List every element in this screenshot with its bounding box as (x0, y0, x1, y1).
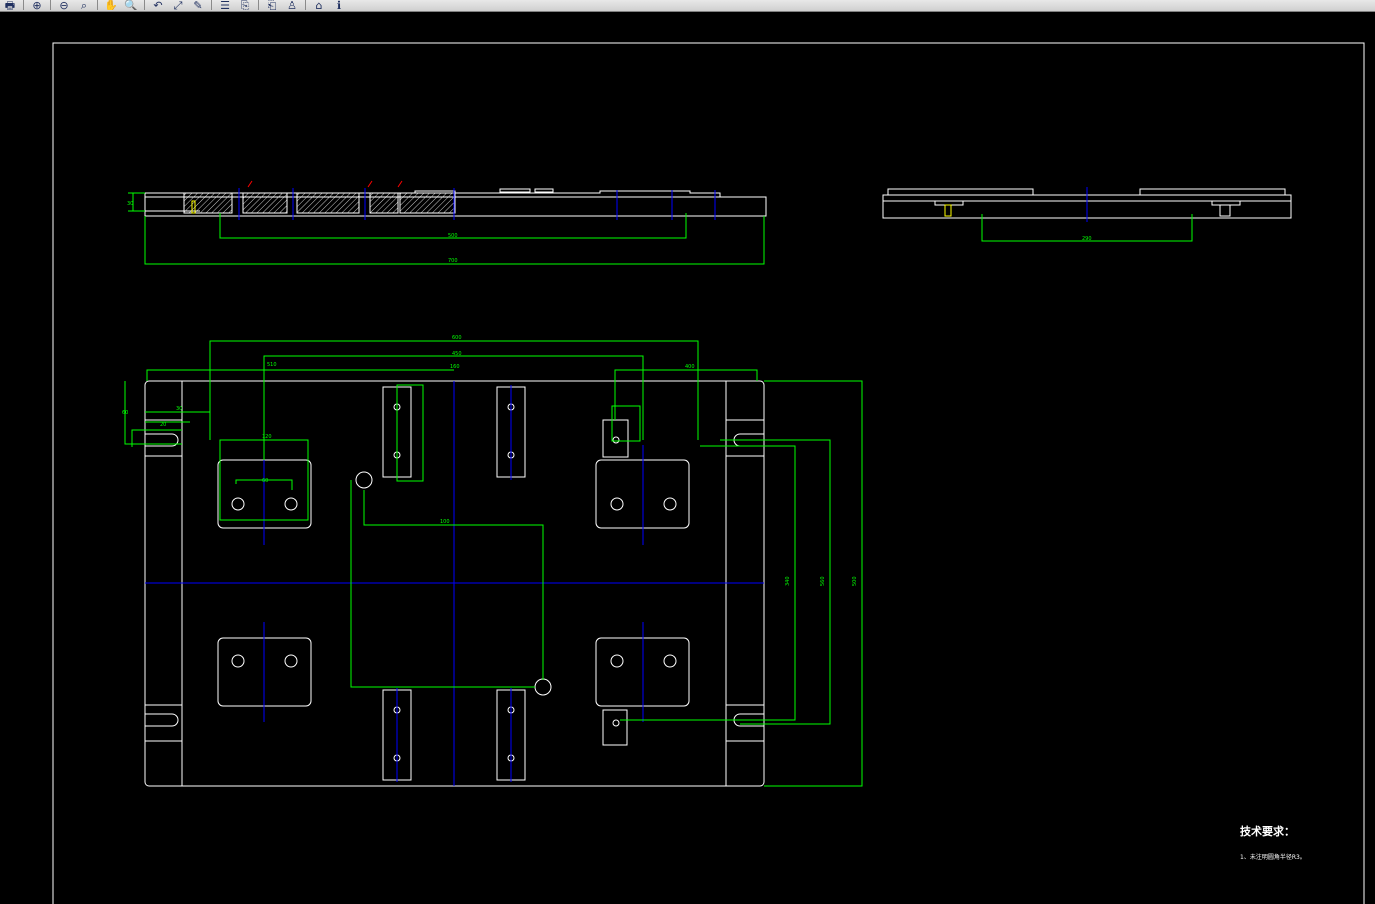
plan-dim-30: 30 (176, 406, 182, 412)
plan-dim-120: 120 (262, 434, 272, 440)
zoom-in-icon: ⊕ (32, 0, 42, 10)
home-button[interactable]: ⌂ (310, 0, 328, 10)
info-button[interactable]: ℹ (330, 0, 348, 10)
plan-dim-400: 400 (685, 364, 695, 370)
plan-dim-560: 560 (820, 576, 826, 586)
print-icon: 🖶 (4, 0, 16, 10)
plan-dim-100: 100 (440, 519, 450, 525)
plan-dim-500: 500 (852, 576, 858, 586)
side-dim-500: 500 (448, 233, 458, 239)
user-icon: ♙ (287, 0, 297, 10)
plan-view-dimensions (124, 340, 863, 787)
toolbar-separator (305, 0, 306, 10)
user-button[interactable]: ♙ (283, 0, 301, 10)
toolbar-separator (97, 0, 98, 10)
toolbar-separator (50, 0, 51, 10)
zoom-previous-button[interactable]: ↶ (149, 0, 167, 10)
plan-dim-20: 20 (160, 422, 166, 428)
plan-dim-340: 340 (785, 576, 791, 586)
pan-button[interactable]: ✋ (102, 0, 120, 10)
side-view-marks (247, 180, 403, 188)
zoom-realtime-button[interactable]: 🔍 (122, 0, 140, 10)
plan-dim-160: 160 (450, 364, 460, 370)
plan-view-centerlines (145, 381, 764, 786)
side-dim-30: 30 (127, 201, 133, 207)
toolbar-separator (23, 0, 24, 10)
tech-requirements-title: 技术要求： (1240, 825, 1295, 838)
layers-icon: ☰ (220, 0, 230, 10)
zoom-window-icon: ⌕ (80, 0, 88, 10)
zoom-extents-icon: ⤢ (173, 0, 183, 10)
zoom-out-icon: ⊖ (59, 0, 69, 10)
properties-button[interactable]: ✎ (189, 0, 207, 10)
plan-dim-60b: 60 (122, 410, 128, 416)
zoom-window-button[interactable]: ⌕ (75, 0, 93, 10)
zoom-previous-icon: ↶ (153, 0, 163, 10)
copy-icon: ⎘ (240, 0, 250, 10)
properties-icon: ✎ (193, 0, 203, 10)
pan-icon: ✋ (104, 0, 118, 10)
plan-dim-510: 510 (267, 362, 277, 368)
paste-button[interactable]: ⎗ (263, 0, 281, 10)
zoom-out-button[interactable]: ⊖ (55, 0, 73, 10)
toolbar-separator (144, 0, 145, 10)
zoom-extents-button[interactable]: ⤢ (169, 0, 187, 10)
home-icon: ⌂ (315, 0, 323, 10)
drawing-canvas[interactable]: 500 700 30 290 600 450 160 400 510 120 6… (0, 12, 1375, 904)
toolbar-separator (258, 0, 259, 10)
plan-dim-600: 600 (452, 335, 462, 341)
paste-icon: ⎗ (267, 0, 277, 10)
plan-dim-60: 60 (262, 478, 268, 484)
info-icon: ℹ (336, 0, 342, 10)
layers-button[interactable]: ☰ (216, 0, 234, 10)
print-button[interactable]: 🖶 (1, 0, 19, 10)
cad-toolbar: 🖶 ⊕ ⊖ ⌕ ✋ 🔍 ↶ ⤢ ✎ ☰ ⎘ ⎗ ♙ ⌂ ℹ (0, 0, 1375, 12)
zoom-realtime-icon: 🔍 (124, 0, 138, 10)
drawing-frame (52, 42, 1365, 904)
tech-requirements-item: 1、未注明圆角半径R3。 (1240, 854, 1306, 861)
zoom-in-button[interactable]: ⊕ (28, 0, 46, 10)
plan-dim-450: 450 (452, 351, 462, 357)
end-dim-290: 290 (1082, 236, 1092, 242)
toolbar-separator (211, 0, 212, 10)
copy-button[interactable]: ⎘ (236, 0, 254, 10)
side-section-view (144, 188, 767, 217)
side-dim-700: 700 (448, 258, 458, 264)
